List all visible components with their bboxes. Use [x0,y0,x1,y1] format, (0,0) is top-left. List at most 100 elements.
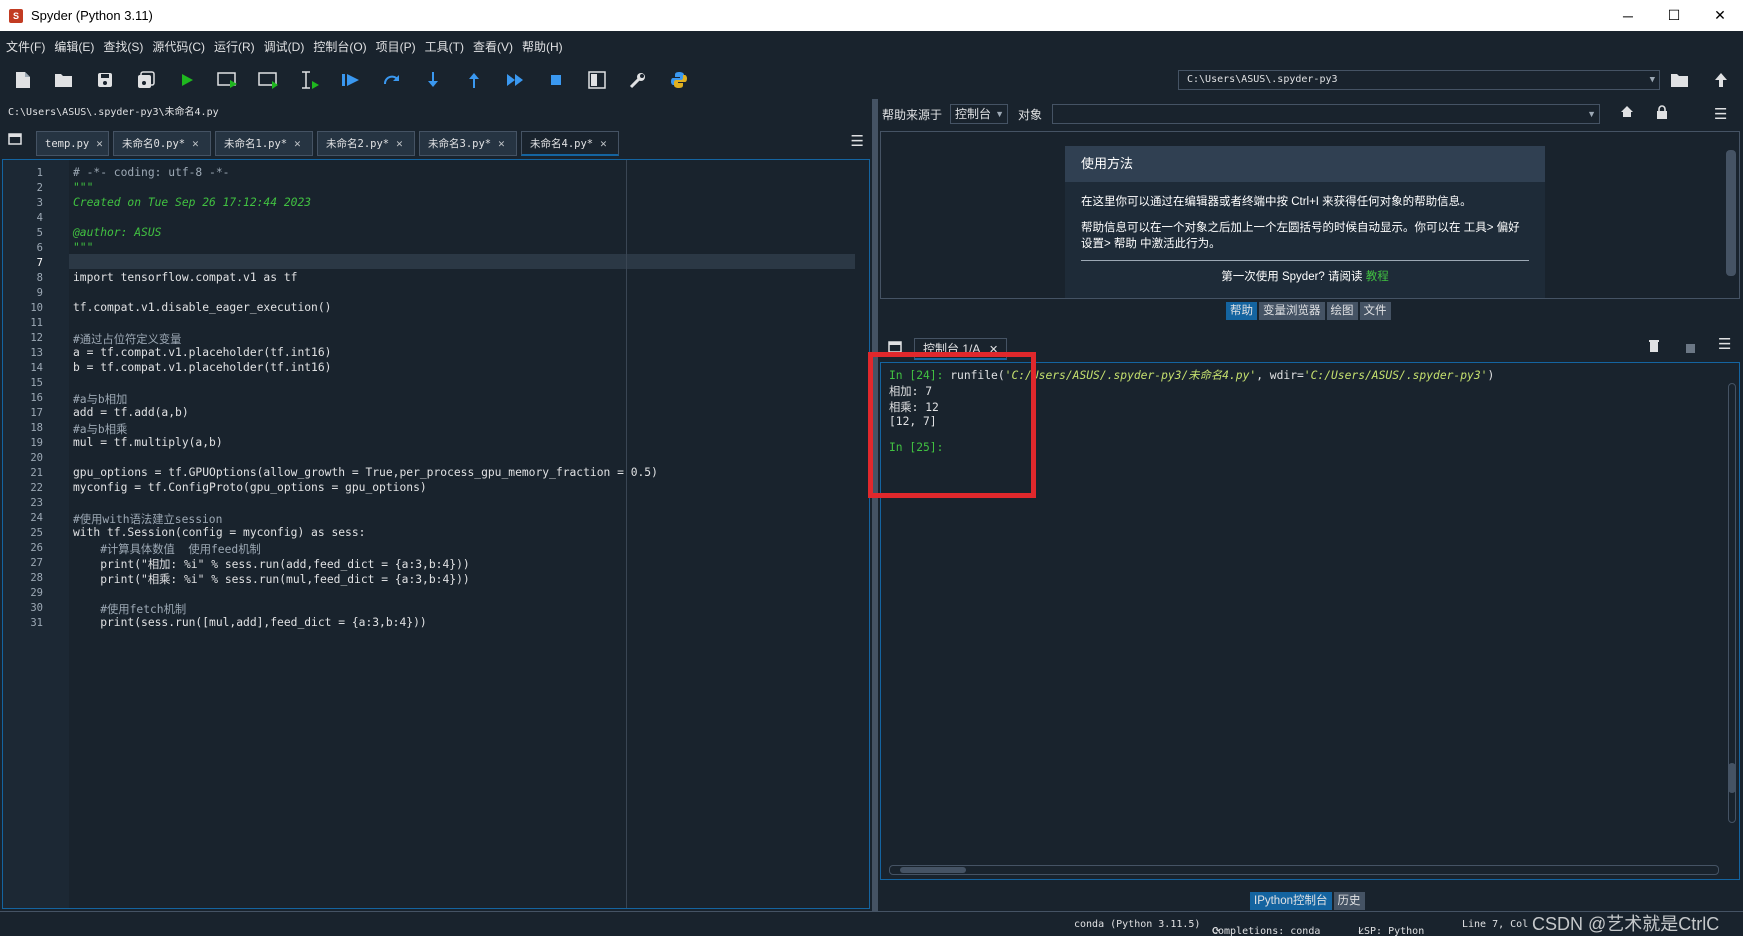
browse-folder-icon[interactable] [1667,68,1693,92]
menu-source[interactable]: 源代码(C) [152,38,205,55]
menu-tools[interactable]: 工具(T) [425,38,464,55]
save-icon[interactable] [92,67,118,93]
object-search-input[interactable]: ▼ [1052,104,1601,124]
tab-ipython-console[interactable]: IPython控制台 [1250,892,1332,910]
status-position: Line 7, Col [1462,919,1529,930]
tab-files[interactable]: 文件 [1359,302,1391,320]
watermark: CSDN @艺术就是CtrlC [1532,914,1720,934]
parent-directory-icon[interactable] [1708,68,1734,92]
code-line: # -*- coding: utf-8 -*- [73,166,230,179]
window-title: Spyder (Python 3.11) [31,8,153,23]
stop-kernel-icon[interactable] [1686,340,1695,358]
hamburger-menu-icon[interactable]: ☰ [1714,105,1727,123]
code-line: b = tf.compat.v1.placeholder(tf.int16) [73,361,332,374]
close-tab-icon[interactable]: ✕ [600,137,607,150]
tab-plots[interactable]: 绘图 [1326,302,1358,320]
editor-tab[interactable]: 未命名2.py* ✕ [317,131,415,156]
console-hscroll[interactable] [889,865,1719,875]
editor-tab[interactable]: temp.py ✕ [36,131,109,156]
line-number: 21 [30,467,43,479]
editor-tab-active[interactable]: 未命名4.py* ✕ [521,131,619,156]
code-editor[interactable]: 1 2 3 4 5 6 7 8 9 10 11 12 13 14 15 16 1… [2,159,870,909]
tab-variable-explorer[interactable]: 变量浏览器 [1259,302,1325,320]
editor-tabs: temp.py ✕ 未命名0.py* ✕ 未命名1.py* ✕ 未命名2.py* ✕ 未… [0,129,872,157]
first-time-label: 第一次使用 Spyder? 请阅读 [1221,271,1363,283]
tab-label: temp.py [45,137,90,150]
help-pane-tabs: 帮助 变量浏览器 绘图 文件 [1226,302,1393,320]
title-bar: S Spyder (Python 3.11) ─ ☐ ✕ [0,0,1743,31]
menu-help[interactable]: 帮助(H) [522,38,563,55]
menu-search[interactable]: 查找(S) [103,38,143,55]
code-line: #通过占位符定义变量 [73,333,182,346]
step-into-icon[interactable] [420,67,446,93]
console-vscroll-thumb[interactable] [1728,763,1736,793]
first-time-text: 第一次使用 Spyder? 请阅读 教程 [1065,269,1545,285]
usage-title: 使用方法 [1065,146,1545,182]
minimize-button[interactable]: ─ [1605,0,1651,31]
new-file-icon[interactable] [10,67,36,93]
close-button[interactable]: ✕ [1697,0,1743,31]
tab-history[interactable]: 历史 [1333,892,1365,910]
help-source-combo[interactable]: 控制台 ▼ [950,104,1009,124]
lock-icon[interactable] [1656,104,1668,124]
code-line: add = tf.add(a,b) [73,406,189,419]
debug-icon[interactable] [338,67,364,93]
hamburger-menu-icon[interactable]: ☰ [1718,335,1731,353]
console-vscroll[interactable] [1728,383,1736,823]
code-line: #a与b相乘 [73,423,128,436]
help-content: 使用方法 在这里你可以通过在编辑器或者终端中按 Ctrl+I 来获得任何对象的帮… [880,131,1740,299]
python-path-icon[interactable] [666,67,692,93]
editor-tab[interactable]: 未命名1.py* ✕ [215,131,313,156]
menu-file[interactable]: 文件(F) [6,38,45,55]
continue-icon[interactable] [502,67,528,93]
editor-tab[interactable]: 未命名3.py* ✕ [419,131,517,156]
close-tab-icon[interactable]: ✕ [498,137,505,150]
help-source-label: 帮助来源于 [882,107,943,122]
bottom-strip [0,936,1743,945]
chevron-down-icon[interactable]: ▼ [1650,71,1655,89]
stop-icon[interactable] [543,67,569,93]
editor-tab[interactable]: 未命名0.py* ✕ [113,131,211,156]
run-selection-icon[interactable] [297,67,323,93]
hamburger-menu-icon[interactable]: ☰ [851,132,864,150]
code-line: Created on Tue Sep 26 17:12:44 2023 [73,196,312,209]
save-all-icon[interactable] [133,67,159,93]
trash-icon[interactable] [1648,338,1660,357]
close-tab-icon[interactable]: ✕ [96,137,103,150]
menu-debug[interactable]: 调试(D) [264,38,305,55]
line-number: 16 [30,392,43,404]
hscroll-thumb[interactable] [900,867,966,873]
browse-tabs-icon[interactable] [8,133,22,148]
close-tab-icon[interactable]: ✕ [396,137,403,150]
step-over-icon[interactable] [379,67,405,93]
editor-pane: C:\Users\ASUS\.spyder-py3\未命名4.py temp.p… [0,99,872,911]
maximize-button[interactable]: ☐ [1651,0,1697,31]
menu-run[interactable]: 运行(R) [214,38,255,55]
help-scrollbar[interactable] [1726,150,1736,276]
run-icon[interactable] [174,67,200,93]
working-directory-value: C:\Users\ASUS\.spyder-py3 [1187,74,1338,85]
code-line: myconfig = tf.ConfigProto(gpu_options = … [73,481,427,494]
step-return-icon[interactable] [461,67,487,93]
close-tab-icon[interactable]: ✕ [192,137,199,150]
home-icon[interactable] [1620,105,1634,123]
run-cell-advance-icon[interactable] [256,67,282,93]
line-number: 9 [36,287,43,299]
tab-help[interactable]: 帮助 [1226,302,1257,320]
line-number: 10 [30,302,43,314]
object-label: 对象 [1018,107,1043,122]
menu-projects[interactable]: 项目(P) [376,38,416,55]
maximize-pane-icon[interactable] [584,67,610,93]
status-env[interactable]: conda (Python 3.11.5) [1074,919,1200,930]
menu-edit[interactable]: 编辑(E) [54,38,94,55]
close-tab-icon[interactable]: ✕ [294,137,301,150]
working-directory-combo[interactable]: C:\Users\ASUS\.spyder-py3 ▼ [1178,70,1660,90]
open-file-icon[interactable] [51,67,77,93]
menu-view[interactable]: 查看(V) [473,38,513,55]
menu-consoles[interactable]: 控制台(O) [313,38,366,55]
run-cell-icon[interactable] [215,67,241,93]
tutorial-link[interactable]: 教程 [1366,271,1389,283]
preferences-icon[interactable] [625,67,651,93]
console-string: 'C:/Users/ASUS/.spyder-py3' [1303,369,1488,382]
line-number: 2 [36,182,43,194]
